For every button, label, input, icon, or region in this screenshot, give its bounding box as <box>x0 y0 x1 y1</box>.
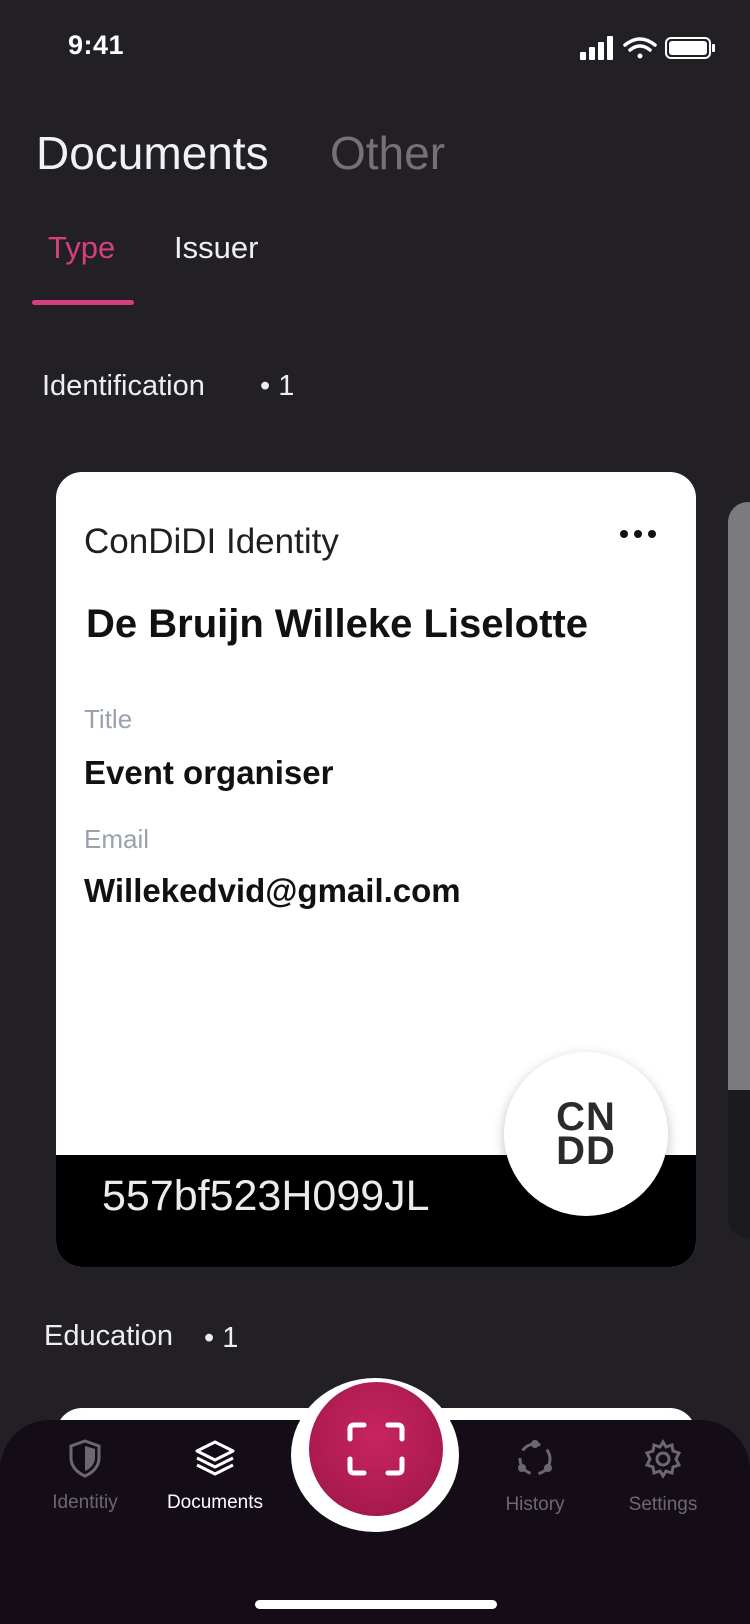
tab-other[interactable]: Other <box>330 126 445 180</box>
nav-item-documents[interactable]: Documents <box>150 1438 280 1514</box>
more-dots-icon[interactable] <box>618 524 658 544</box>
issuer-logo-text: CN DD <box>556 1095 616 1173</box>
nav-item-history[interactable]: History <box>470 1438 600 1516</box>
field-value-email: Willekedvid@gmail.com <box>84 872 461 909</box>
field-label-email: Email <box>84 824 150 854</box>
nav-label-settings: Settings <box>628 1494 698 1515</box>
section-count-education: • 1 <box>204 1322 239 1354</box>
nav-label-history: History <box>505 1494 565 1515</box>
next-card-body <box>728 502 750 1090</box>
status-time: 9:41 <box>68 30 125 60</box>
nav-item-settings[interactable]: Settings <box>598 1438 728 1516</box>
issuer-logo: CN DD <box>504 1052 668 1216</box>
status-icons <box>580 36 720 60</box>
tab-documents[interactable]: Documents <box>36 126 269 180</box>
scan-button[interactable] <box>309 1382 443 1516</box>
nav-label-identity: Identitiy <box>52 1492 118 1513</box>
field-label-title: Title <box>84 704 133 734</box>
next-card-peek[interactable] <box>728 502 750 1238</box>
card-holder-name: De Bruijn Willeke Liselotte <box>86 602 588 646</box>
home-indicator[interactable] <box>255 1600 497 1609</box>
section-label-education: Education <box>44 1320 173 1352</box>
section-count-identification: • 1 <box>260 370 295 402</box>
active-subtab-indicator <box>32 300 134 305</box>
nav-item-identity[interactable]: Identitiy <box>20 1438 150 1514</box>
history-icon <box>518 1440 552 1476</box>
scan-icon <box>347 1422 405 1476</box>
nav-label-documents: Documents <box>166 1492 264 1513</box>
field-value-title: Event organiser <box>84 754 334 791</box>
gear-icon <box>644 1439 682 1479</box>
wifi-icon <box>623 37 657 59</box>
subtab-type[interactable]: Type <box>48 230 115 266</box>
card-title: ConDiDI Identity <box>84 522 339 561</box>
signal-icon <box>580 36 613 60</box>
shield-icon <box>69 1439 101 1478</box>
subtab-issuer[interactable]: Issuer <box>174 230 258 266</box>
card-id: 557bf523H099JL <box>102 1172 430 1220</box>
battery-icon <box>665 37 715 59</box>
layers-icon <box>195 1440 235 1476</box>
section-label-identification: Identification <box>42 370 205 402</box>
